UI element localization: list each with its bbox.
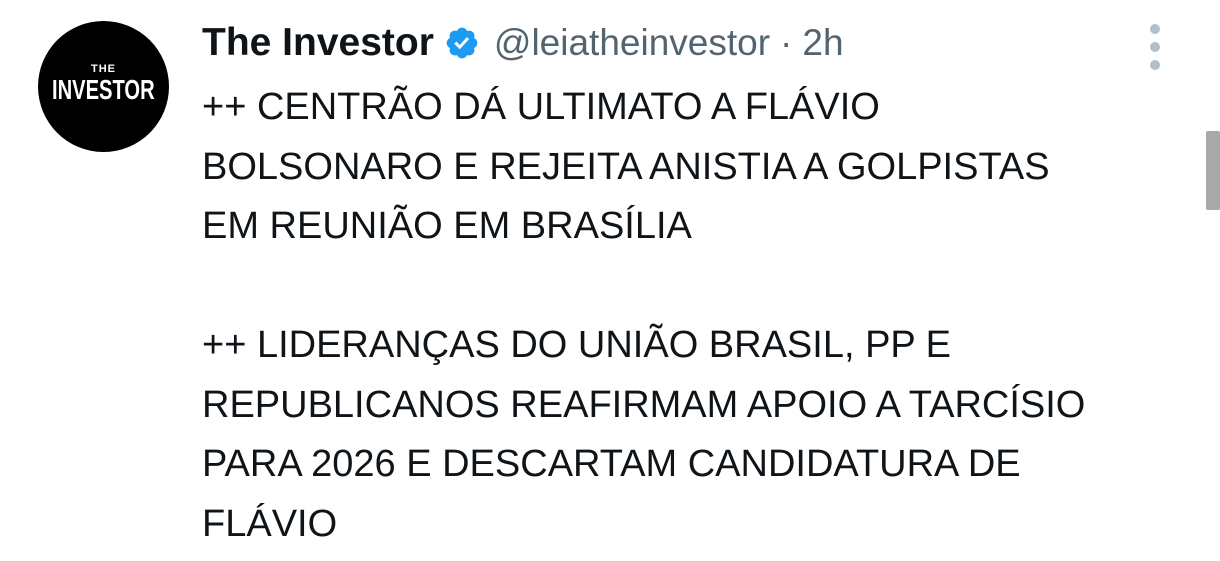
avatar-logo-big-text: INVESTOR	[52, 73, 155, 105]
timestamp[interactable]: 2h	[802, 22, 843, 64]
tweet-text-line: BOLSONARO E REJEITA ANISTIA A GOLPISTAS	[202, 145, 1050, 188]
tweet-text-line: REPUBLICANOS REAFIRMAM APOIO A TARCÍSIO	[202, 383, 1086, 426]
tweet[interactable]: THE INVESTOR The Investor @leiatheinvest…	[0, 0, 1220, 561]
tweet-paragraph: ++ CENTRÃO DÁ ULTIMATO A FLÁVIO BOLSONAR…	[202, 78, 1192, 257]
handle[interactable]: @leiatheinvestor	[494, 22, 770, 64]
tweet-text-line: ++ CENTRÃO DÁ ULTIMATO A FLÁVIO	[202, 86, 880, 128]
vertical-ellipsis-icon-dot	[1150, 60, 1160, 70]
tweet-paragraph: ++ LIDERANÇAS DO UNIÃO BRASIL, PP E REPU…	[202, 316, 1192, 554]
separator-dot: ·	[780, 22, 793, 63]
scrollbar-thumb[interactable]	[1206, 131, 1220, 210]
verified-badge-icon	[446, 27, 478, 59]
display-name[interactable]: The Investor	[202, 21, 434, 65]
tweet-text-line: ++ LIDERANÇAS DO UNIÃO BRASIL, PP E	[202, 324, 951, 366]
tweet-text-line: PARA 2026 E DESCARTAM CANDIDATURA DE	[202, 443, 1021, 485]
tweet-text: ++ CENTRÃO DÁ ULTIMATO A FLÁVIO BOLSONAR…	[202, 78, 1192, 554]
tweet-text-line: EM REUNIÃO EM BRASÍLIA	[202, 205, 692, 247]
vertical-ellipsis-icon	[1150, 24, 1160, 34]
avatar[interactable]: THE INVESTOR	[38, 21, 169, 152]
tweet-header: The Investor @leiatheinvestor · 2h	[202, 18, 844, 68]
vertical-ellipsis-icon-dot	[1150, 42, 1160, 52]
tweet-text-line: FLÁVIO	[202, 502, 338, 545]
more-options-button[interactable]	[1140, 24, 1170, 70]
